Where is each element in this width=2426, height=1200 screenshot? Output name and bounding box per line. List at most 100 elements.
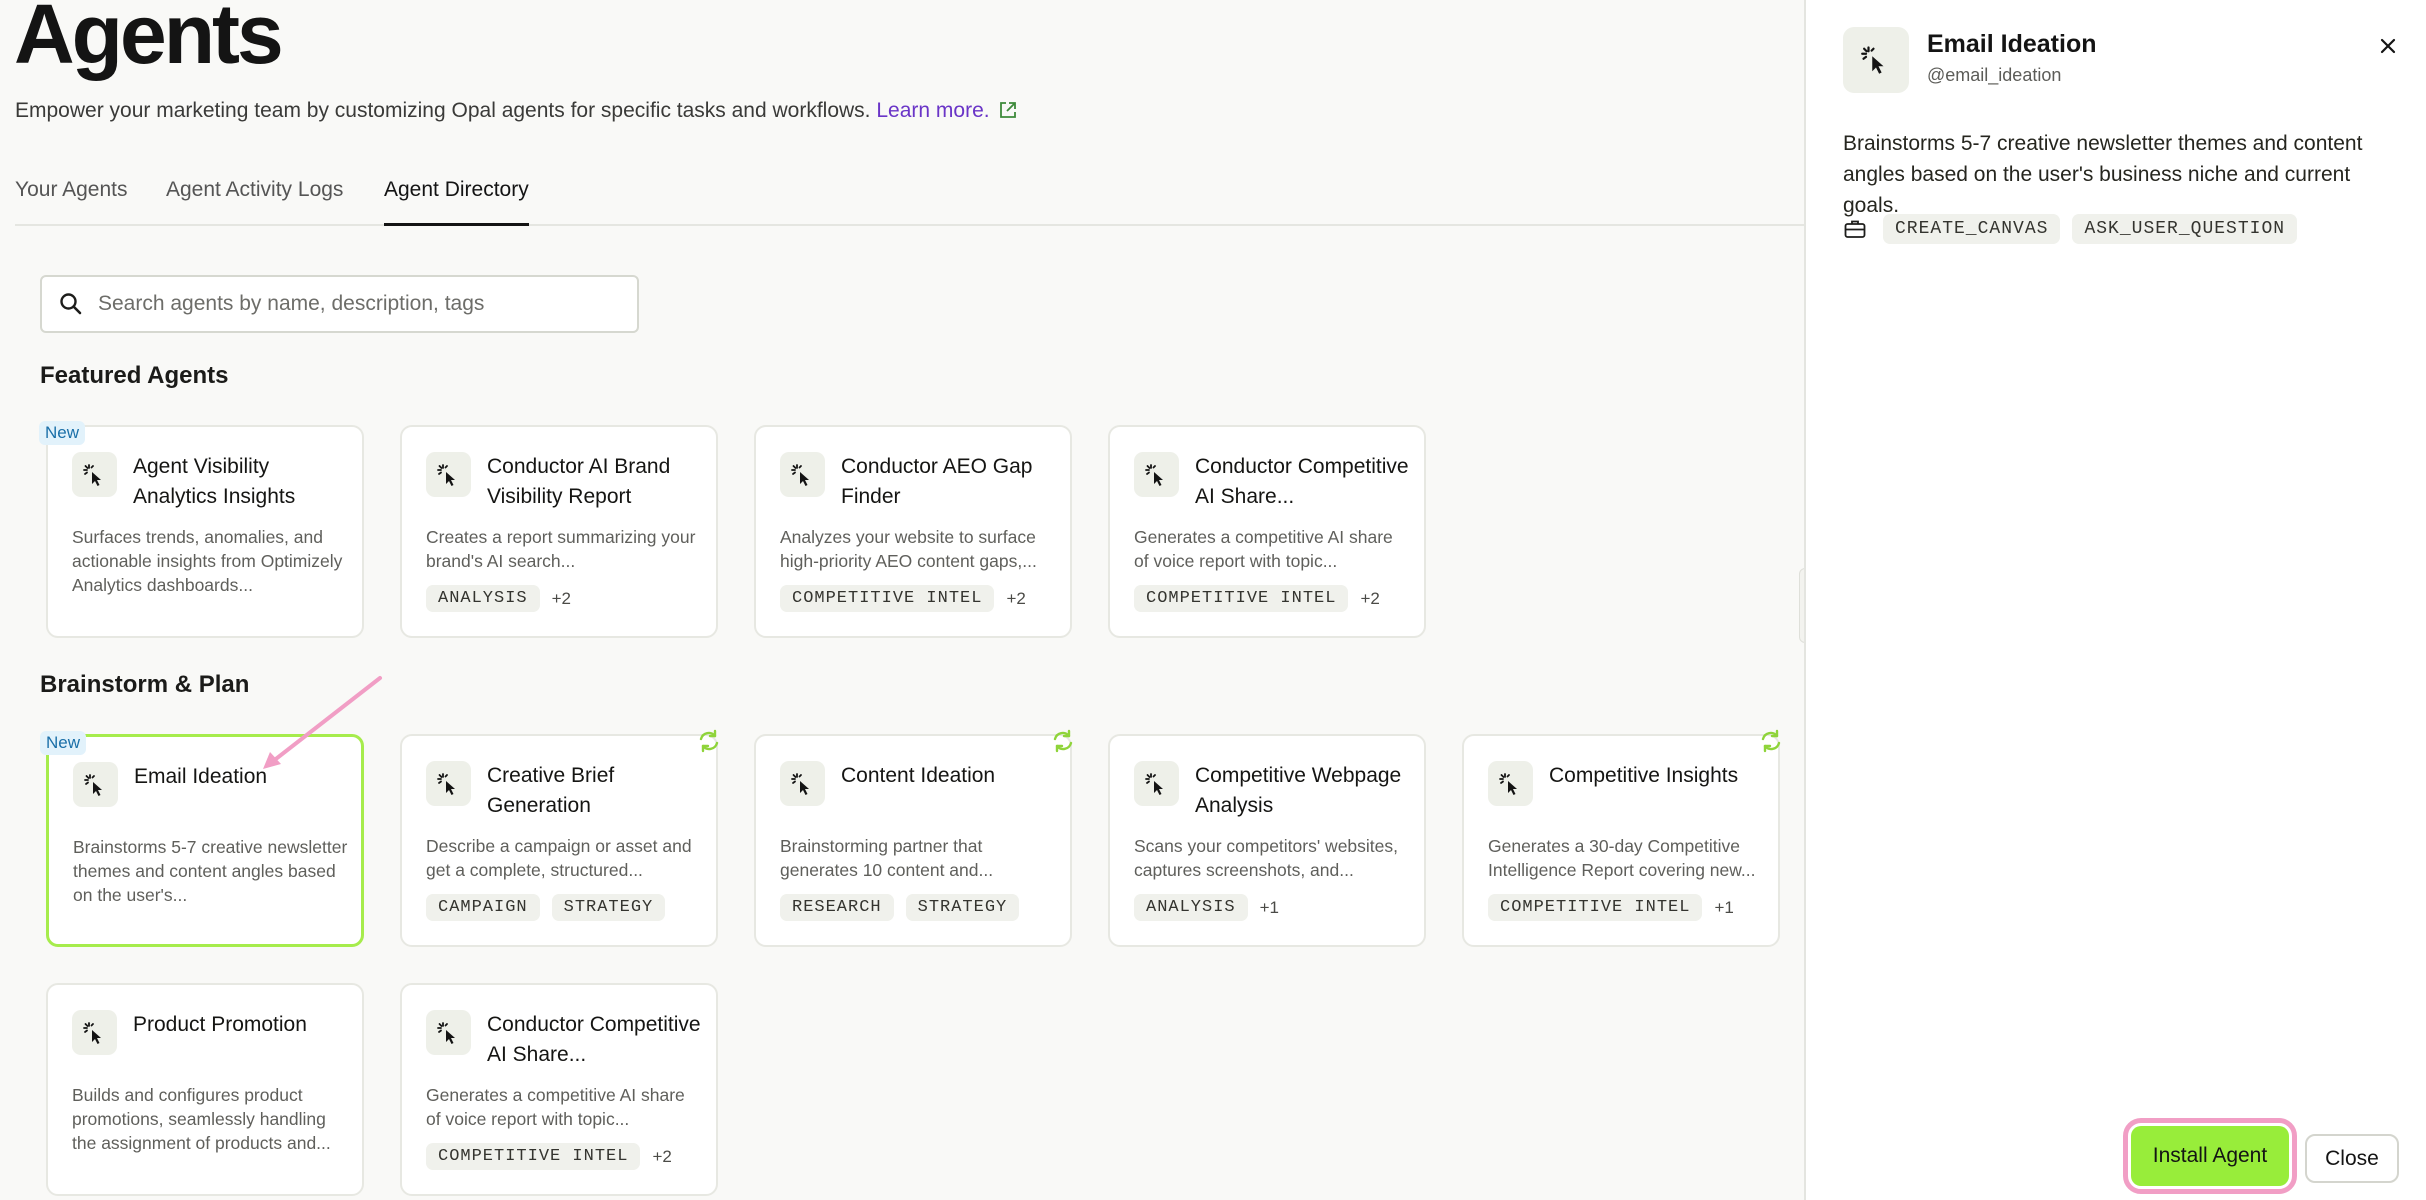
tag-badge: COMPETITIVE INTEL <box>1488 894 1703 921</box>
drawer-handle-text: @email_ideation <box>1927 65 2062 85</box>
tag-badge: COMPETITIVE INTEL <box>426 1143 641 1170</box>
search-box <box>40 275 639 333</box>
tab-your-agents[interactable]: Your Agents <box>15 178 128 226</box>
agent-card-name: Content Ideation <box>841 764 996 787</box>
agent-icon <box>426 1010 471 1055</box>
close-button[interactable]: Close <box>2305 1134 2399 1183</box>
agent-card[interactable]: Conductor AI Brand Visibility Report Crea… <box>400 425 718 638</box>
section-title-brainstorm: Brainstorm & Plan <box>40 671 250 698</box>
agent-card[interactable]: Competitive Insights Generates a 30-day C… <box>1462 729 1781 947</box>
tag-badge: RESEARCH <box>780 894 894 921</box>
agent-card-description: Describe a campaign or asset and get a c… <box>426 836 692 880</box>
close-icon[interactable] <box>2374 32 2402 60</box>
agent-card-description: Creates a report summarizing your brand'… <box>426 527 696 571</box>
agent-card-name: Creative Brief Generation <box>487 764 615 817</box>
sync-icon <box>1761 729 1781 753</box>
agent-card-tags: COMPETITIVE INTEL +2 <box>1134 585 1380 612</box>
agent-card-name: Conductor Competitive AI Share... <box>1195 455 1409 508</box>
agent-icon <box>1488 761 1533 806</box>
agent-card-name: Competitive Insights <box>1549 764 1739 787</box>
agent-card-description: Generates a 30-day Competitive Intellige… <box>1488 836 1756 880</box>
agent-card-name: Product Promotion <box>133 1013 307 1036</box>
install-agent-button[interactable]: Install Agent <box>2123 1118 2297 1194</box>
tag-badge: ANALYSIS <box>426 585 540 612</box>
learn-more-label: Learn more. <box>876 99 990 122</box>
agent-icon <box>72 452 117 497</box>
agent-card-name: Agent Visibility Analytics Insights <box>133 455 296 508</box>
tool-tag: ASK_USER_QUESTION <box>2072 214 2298 244</box>
new-badge: New <box>40 731 87 755</box>
agent-card[interactable]: Agent Visibility Analytics Insights Surfa… <box>39 421 364 638</box>
search-icon <box>60 293 82 315</box>
agent-card-description: Builds and configures product promotions… <box>72 1085 331 1153</box>
subtitle-text: Empower your marketing team by customizi… <box>15 99 871 122</box>
agent-card-description: Analyzes your website to surface high-pr… <box>780 527 1037 571</box>
agent-icon <box>73 762 118 807</box>
agent-card-name: Conductor AEO Gap Finder <box>841 455 1033 508</box>
tab-agent-directory[interactable]: Agent Directory <box>384 178 529 226</box>
agent-card[interactable]: Email Ideation Brainstorms 5-7 creative n… <box>40 731 364 947</box>
new-badge: New <box>39 421 86 445</box>
tag-badge: STRATEGY <box>551 894 666 921</box>
tag-badge: STRATEGY <box>905 894 1020 921</box>
agent-card-name: Conductor Competitive AI Share... <box>487 1013 701 1066</box>
agent-detail-drawer: Email Ideation @email_ideation Brainstor… <box>1804 0 2426 1200</box>
more-tags-count: +1 <box>1714 897 1734 917</box>
agent-card[interactable]: Product Promotion Builds and configures p… <box>46 983 364 1196</box>
agent-icon <box>1134 452 1179 497</box>
agent-icon <box>780 452 825 497</box>
agent-card-tags: CAMPAIGN STRATEGY <box>426 894 677 921</box>
drawer-description: Brainstorms 5-7 creative newsletter them… <box>1843 132 2363 217</box>
tag-badge: ANALYSIS <box>1134 894 1248 921</box>
main-content: Agents Empower your marketing team by cu… <box>0 0 1804 1200</box>
toolbox-icon <box>1844 220 1866 238</box>
search-input[interactable] <box>98 277 618 331</box>
page-title: Agents <box>14 0 284 81</box>
agent-card-tags: COMPETITIVE INTEL +1 <box>1488 894 1734 921</box>
agent-card-tags: RESEARCH STRATEGY <box>780 894 1031 921</box>
tag-badge: COMPETITIVE INTEL <box>1134 585 1349 612</box>
agent-card-name: Competitive Webpage Analysis <box>1195 764 1402 817</box>
agent-card[interactable]: Content Ideation Brainstorming partner th… <box>754 729 1073 947</box>
agent-card-name: Email Ideation <box>134 765 268 788</box>
agent-card-tags: ANALYSIS +2 <box>426 585 571 612</box>
agent-card-name: Conductor AI Brand Visibility Report <box>487 455 671 508</box>
agent-card[interactable]: Conductor AEO Gap Finder Analyzes your we… <box>754 425 1072 638</box>
drawer-tools: CREATE_CANVAS ASK_USER_QUESTION <box>1843 214 2309 244</box>
agent-card-tags: COMPETITIVE INTEL +2 <box>780 585 1026 612</box>
page-subtitle: Empower your marketing team by customizi… <box>15 99 1018 123</box>
more-tags-count: +1 <box>1259 897 1280 917</box>
agent-card-description: Brainstorming partner that generates 10 … <box>780 836 994 880</box>
agent-icon <box>426 761 471 806</box>
learn-more-link[interactable]: Learn more. <box>876 99 1017 122</box>
external-link-icon <box>999 102 1016 118</box>
agent-card[interactable]: Creative Brief Generation Describe a camp… <box>400 729 719 947</box>
agent-card-tags: COMPETITIVE INTEL +2 <box>426 1143 672 1170</box>
more-tags-count: +2 <box>551 588 572 608</box>
tab-bar: Your Agents Agent Activity Logs Agent Di… <box>15 178 1804 226</box>
tab-agent-activity-logs[interactable]: Agent Activity Logs <box>166 178 343 226</box>
sync-icon <box>1053 729 1073 753</box>
agent-card-description: Brainstorms 5-7 creative newsletter them… <box>73 837 348 905</box>
agent-card-tags: ANALYSIS +1 <box>1134 894 1279 921</box>
more-tags-count: +2 <box>1360 588 1380 608</box>
agent-icon <box>1843 27 1909 93</box>
section-title-featured: Featured Agents <box>40 362 229 389</box>
more-tags-count: +2 <box>1006 588 1026 608</box>
drawer-title: Email Ideation <box>1927 30 2097 58</box>
tag-badge: CAMPAIGN <box>426 894 540 921</box>
agent-icon <box>1134 761 1179 806</box>
agent-card[interactable]: Competitive Webpage Analysis Scans your c… <box>1108 734 1426 947</box>
agent-card-description: Generates a competitive AI share of voic… <box>1134 527 1393 571</box>
agent-card-description: Generates a competitive AI share of voic… <box>426 1085 685 1129</box>
sync-icon <box>699 729 719 753</box>
agent-icon <box>72 1010 117 1055</box>
agent-icon <box>780 761 825 806</box>
tool-tag: CREATE_CANVAS <box>1883 214 2061 244</box>
tag-badge: COMPETITIVE INTEL <box>780 585 995 612</box>
agent-card[interactable]: Conductor Competitive AI Share... Generat… <box>1108 425 1426 638</box>
agent-card[interactable]: Conductor Competitive AI Share... Generat… <box>400 983 718 1196</box>
agent-icon <box>426 452 471 497</box>
more-tags-count: +2 <box>652 1146 672 1166</box>
agent-card-description: Surfaces trends, anomalies, and actionab… <box>72 527 343 595</box>
